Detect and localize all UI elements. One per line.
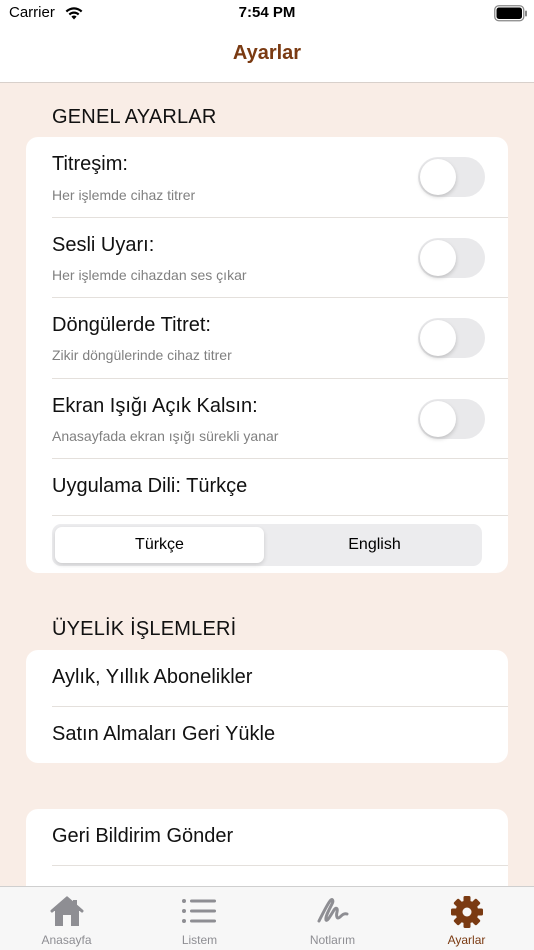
home-icon: [50, 896, 83, 926]
tab-bar: Anasayfa Listem Notlarım Ayarlar: [0, 886, 534, 950]
gear-icon: [450, 896, 483, 928]
setting-subtitle: Her işlemde cihazdan ses çıkar: [52, 267, 247, 283]
setting-title: Döngülerde Titret:: [52, 314, 211, 336]
general-settings-header: GENEL AYARLAR: [52, 106, 217, 128]
divider: [52, 865, 508, 866]
tab-notes[interactable]: Notlarım: [266, 887, 399, 950]
setting-row-sound: Sesli Uyarı: Her işlemde cihazdan ses çı…: [26, 218, 508, 298]
toggle-knob: [420, 159, 456, 195]
membership-card: Aylık, Yıllık Abonelikler Satın Almaları…: [26, 650, 508, 763]
battery-icon: [494, 5, 527, 22]
scribble-icon: [317, 898, 348, 923]
language-option-turkish[interactable]: Türkçe: [55, 527, 264, 563]
setting-subtitle: Anasayfada ekran ışığı sürekli yanar: [52, 428, 279, 444]
language-option-english[interactable]: English: [270, 527, 479, 563]
general-settings-card: Titreşim: Her işlemde cihaz titrer Sesli…: [26, 137, 508, 573]
cycle-vibrate-toggle[interactable]: [418, 318, 485, 358]
restore-purchases-label: Satın Almaları Geri Yükle: [52, 723, 276, 745]
setting-row-vibration: Titreşim: Her işlemde cihaz titrer: [26, 137, 508, 218]
feedback-label: Geri Bildirim Gönder: [52, 825, 234, 847]
setting-subtitle: Zikir döngülerinde cihaz titrer: [52, 347, 232, 363]
status-time: 7:54 PM: [238, 4, 296, 21]
membership-header: ÜYELİK İŞLEMLERİ: [52, 618, 237, 640]
tab-settings[interactable]: Ayarlar: [400, 887, 533, 950]
navigation-bar: Ayarlar: [0, 30, 534, 83]
toggle-knob: [420, 401, 456, 437]
list-icon: [181, 899, 216, 923]
page-title: Ayarlar: [232, 42, 302, 64]
tab-label: Ayarlar: [447, 933, 486, 947]
divider: [52, 515, 508, 516]
language-label: Uygulama Dili: Türkçe: [52, 475, 248, 497]
subscriptions-item[interactable]: Aylık, Yıllık Abonelikler: [26, 650, 508, 707]
tab-list[interactable]: Listem: [133, 887, 266, 950]
setting-title: Ekran Işığı Açık Kalsın:: [52, 395, 258, 417]
toggle-knob: [420, 320, 456, 356]
tab-label: Notlarım: [309, 933, 356, 947]
language-segmented-control: Türkçe English: [52, 524, 482, 566]
setting-title: Sesli Uyarı:: [52, 234, 155, 256]
vibration-toggle[interactable]: [418, 157, 485, 197]
tab-home[interactable]: Anasayfa: [0, 887, 133, 950]
screen-on-toggle[interactable]: [418, 399, 485, 439]
setting-subtitle: Her işlemde cihaz titrer: [52, 187, 196, 203]
subscriptions-label: Aylık, Yıllık Abonelikler: [52, 666, 253, 688]
setting-title: Titreşim:: [52, 153, 128, 175]
sound-alert-toggle[interactable]: [418, 238, 485, 278]
toggle-knob: [420, 240, 456, 276]
restore-purchases-item[interactable]: Satın Almaları Geri Yükle: [26, 707, 508, 763]
setting-row-cycle-vibrate: Döngülerde Titret: Zikir döngülerinde ci…: [26, 298, 508, 379]
setting-row-language: Uygulama Dili: Türkçe: [26, 459, 508, 516]
setting-row-screen-on: Ekran Işığı Açık Kalsın: Anasayfada ekra…: [26, 379, 508, 459]
status-bar: Carrier 7:54 PM: [0, 0, 534, 30]
tab-label: Listem: [181, 933, 218, 947]
feedback-item[interactable]: Geri Bildirim Gönder: [26, 809, 508, 866]
tab-label: Anasayfa: [41, 933, 92, 947]
